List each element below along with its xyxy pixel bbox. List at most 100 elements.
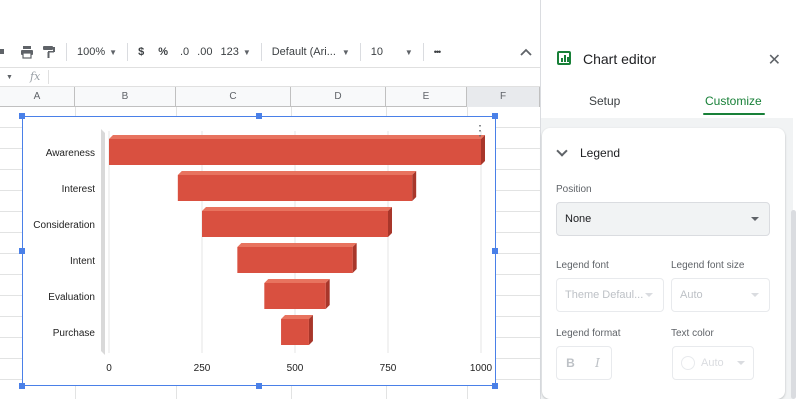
column-header-d[interactable]: D (291, 87, 386, 107)
position-value: None (565, 213, 592, 225)
legend-section: Legend Position None Legend font Theme D… (542, 128, 785, 399)
x-tick-label-0: 0 (106, 363, 112, 374)
divider (127, 43, 129, 61)
resize-handle-bl[interactable] (19, 383, 25, 389)
column-header-e[interactable]: E (386, 87, 467, 107)
editor-scrollbar[interactable] (791, 210, 796, 399)
legend-font-size-value: Auto (680, 289, 703, 301)
bar-top-purchase (281, 315, 313, 319)
decrease-decimal-label: .0 (179, 46, 190, 58)
divider (66, 43, 67, 61)
dropdown-arrow-icon (751, 293, 759, 297)
bar-side-consideration (388, 207, 392, 237)
font-size-value: 10 (370, 46, 383, 58)
column-header-b[interactable]: B (75, 87, 176, 107)
print-icon[interactable] (16, 40, 38, 64)
legend-font-select[interactable]: Theme Defaul... (556, 278, 664, 312)
legend-section-title: Legend (580, 146, 621, 160)
x-tick-label-500: 500 (287, 363, 304, 374)
toolbar: 100% ▼ $ % .0 .00 123 ▼ Default (Ari... ▼ 1… (0, 37, 540, 67)
dropdown-arrow-icon (737, 361, 745, 365)
fx-icon: fx (30, 70, 50, 84)
bar-side-purchase (308, 315, 313, 345)
resize-handle-tm[interactable] (256, 113, 262, 119)
x-tick-label-1000: 1000 (470, 363, 493, 374)
category-label-interest: Interest (62, 184, 96, 195)
divider (359, 43, 361, 61)
formula-input[interactable] (49, 68, 540, 86)
text-color-picker[interactable]: Auto (672, 346, 754, 380)
formula-bar: ▼ fx (0, 67, 540, 87)
italic-button[interactable]: I (584, 356, 611, 370)
bar-interest (177, 175, 413, 201)
paint-format-icon[interactable] (0, 40, 16, 64)
legend-font-label: Legend font (556, 260, 609, 271)
category-label-evaluation: Evaluation (48, 292, 95, 303)
resize-handle-tr[interactable] (492, 113, 498, 119)
decrease-decimal-button[interactable]: .0 (176, 40, 193, 64)
currency-button[interactable]: $ (134, 40, 148, 64)
legend-font-size-label: Legend font size (671, 260, 745, 271)
bar-side-awareness (481, 135, 485, 165)
tab-setup[interactable]: Setup (589, 94, 620, 108)
caret-down-icon: ▼ (404, 47, 413, 57)
resize-handle-br[interactable] (492, 383, 498, 389)
bar-side-intent (352, 243, 357, 273)
legend-format-group: B I (556, 346, 612, 380)
zoom-value: 100% (77, 46, 106, 58)
editor-tabs: Setup Customize (541, 88, 800, 118)
bar-purchase (281, 319, 309, 345)
zoom-select[interactable]: 100% ▼ (73, 40, 121, 64)
legend-font-size-select[interactable]: Auto (671, 278, 770, 312)
paint-roller-icon[interactable] (38, 40, 60, 64)
more-options-button[interactable]: ••• (430, 40, 444, 64)
column-header-a[interactable]: A (0, 87, 75, 107)
active-tab-indicator (703, 113, 765, 115)
bar-top-consideration (202, 207, 392, 211)
chart-editor-panel: Chart editor ✕ Setup Customize Legend Po… (540, 0, 800, 399)
chevron-down-icon (556, 145, 568, 157)
funnel-chart[interactable]: Awareness Interest Consideration Intent Eval… (22, 116, 496, 386)
font-value: Default (Ari... (271, 46, 336, 58)
font-size-select[interactable]: 10 ▼ (367, 40, 417, 64)
more-formats-select[interactable]: 123 ▼ (216, 40, 254, 64)
x-tick-label-750: 750 (380, 363, 397, 374)
dropdown-arrow-icon (751, 217, 759, 221)
increase-decimal-label: .00 (197, 46, 213, 58)
resize-handle-bm[interactable] (256, 383, 262, 389)
bold-button[interactable]: B (557, 356, 584, 370)
chart-menu-icon[interactable]: ⋮ (473, 123, 487, 137)
category-label-awareness: Awareness (46, 148, 95, 159)
tab-customize[interactable]: Customize (705, 94, 762, 108)
divider (422, 43, 424, 61)
legend-font-value: Theme Defaul... (565, 289, 644, 301)
caret-down-icon: ▼ (341, 47, 350, 57)
percent-label: % (158, 46, 168, 58)
bar-intent (237, 247, 353, 273)
bar-side-interest (412, 171, 417, 201)
bar-top-intent (237, 243, 357, 247)
resize-handle-mr[interactable] (492, 248, 498, 254)
collapse-toolbar-icon[interactable] (516, 40, 536, 64)
position-select[interactable]: None (556, 202, 770, 236)
chart-editor-header: Chart editor ✕ (541, 37, 800, 83)
spreadsheet-area: 100% ▼ $ % .0 .00 123 ▼ Default (Ari... ▼ 1… (0, 0, 540, 399)
dropdown-arrow-icon (645, 293, 653, 297)
chart-editor-title: Chart editor (583, 51, 657, 67)
name-box-caret-icon[interactable]: ▼ (6, 74, 13, 81)
resize-handle-ml[interactable] (19, 248, 25, 254)
resize-handle-tl[interactable] (19, 113, 25, 119)
x-tick-label-250: 250 (194, 363, 211, 374)
bar-top-interest (177, 171, 417, 175)
font-select[interactable]: Default (Ari... ▼ (268, 40, 354, 64)
legend-section-header[interactable]: Legend (556, 145, 621, 160)
percent-button[interactable]: % (154, 40, 172, 64)
currency-label: $ (138, 46, 145, 58)
column-header-c[interactable]: C (176, 87, 291, 107)
bar-side-evaluation (325, 279, 330, 309)
color-swatch (681, 356, 695, 370)
close-icon[interactable]: ✕ (768, 50, 781, 70)
column-header-f[interactable]: F (467, 87, 540, 107)
bar-top-awareness (109, 135, 485, 139)
increase-decimal-button[interactable]: .00 (193, 40, 216, 64)
